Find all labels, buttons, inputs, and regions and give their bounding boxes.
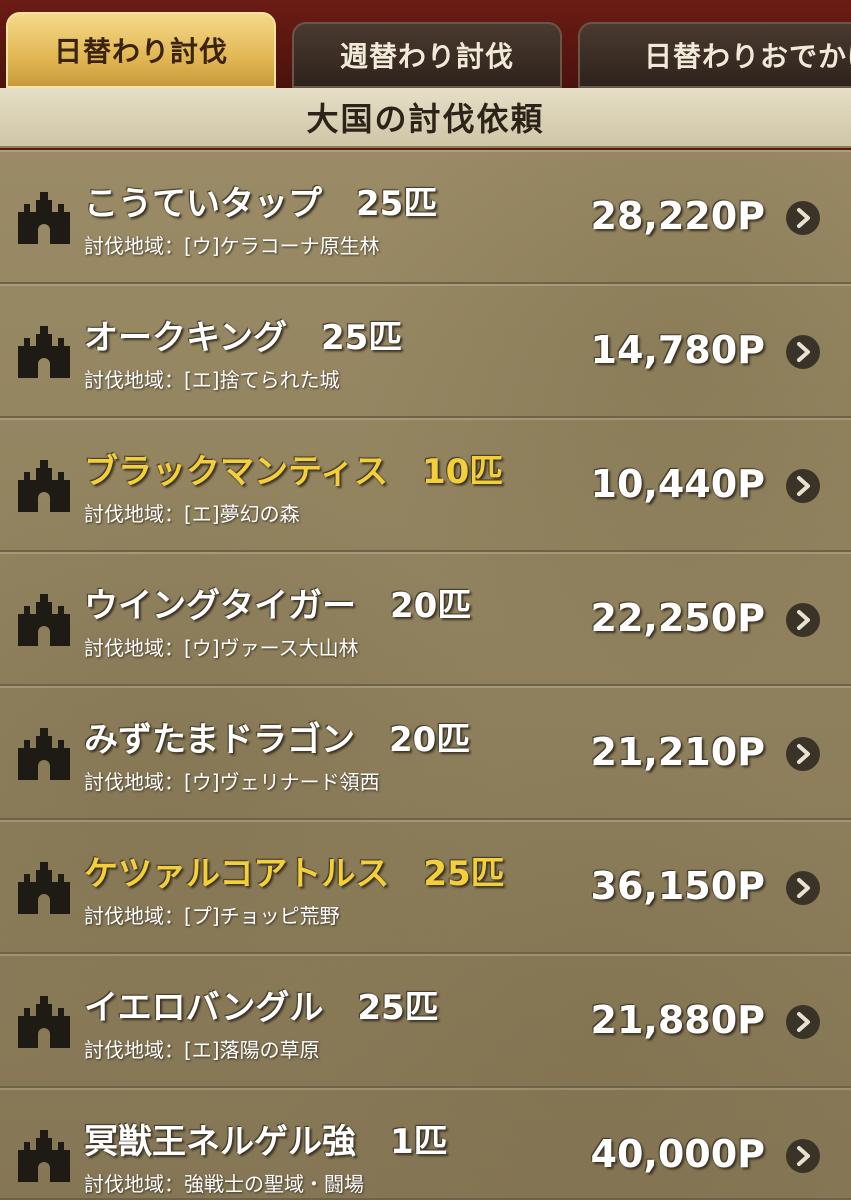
hunt-area: 討伐地域：[ウ]ヴェリナード領西 <box>84 770 380 794</box>
chevron-right-icon[interactable] <box>785 602 821 638</box>
chevron-right-icon[interactable] <box>785 1138 821 1174</box>
hunt-area: 討伐地域：[エ]落陽の草原 <box>84 1038 320 1062</box>
hunt-area: 討伐地域：[プ]チョッピ荒野 <box>84 904 340 928</box>
monster-name: 冥獣王ネルゲル強 1匹 <box>84 1122 448 1162</box>
tab-daily-outing[interactable]: 日替わりおでかけ <box>578 22 851 88</box>
reward-points: 22,250P <box>590 596 766 640</box>
castle-icon <box>18 1130 70 1182</box>
hunt-area: 討伐地域：[ウ]ヴァース大山林 <box>84 636 359 660</box>
monster-name: イエロバングル 25匹 <box>84 988 439 1028</box>
list-item[interactable]: オークキング 25匹 討伐地域：[エ]捨てられた城 14,780P <box>0 284 851 418</box>
reward-points: 21,880P <box>590 998 766 1042</box>
reward-points: 14,780P <box>590 328 766 372</box>
reward-points: 10,440P <box>590 462 766 506</box>
monster-name: オークキング 25匹 <box>84 318 403 358</box>
castle-icon <box>18 594 70 646</box>
monster-name: ブラックマンティス 10匹 <box>84 452 504 492</box>
tab-bar: 日替わり討伐 週替わり討伐 日替わりおでかけ <box>0 0 851 90</box>
tab-weekly-hunt[interactable]: 週替わり討伐 <box>292 22 562 88</box>
chevron-right-icon[interactable] <box>785 736 821 772</box>
reward-points: 36,150P <box>590 864 766 908</box>
reward-points: 21,210P <box>590 730 766 774</box>
castle-icon <box>18 460 70 512</box>
list-item[interactable]: イエロバングル 25匹 討伐地域：[エ]落陽の草原 21,880P <box>0 954 851 1088</box>
hunt-area: 討伐地域：[エ]捨てられた城 <box>84 368 340 392</box>
reward-points: 28,220P <box>590 194 766 238</box>
hunt-area: 討伐地域：[ウ]ケラコーナ原生林 <box>84 234 380 258</box>
chevron-right-icon[interactable] <box>785 468 821 504</box>
chevron-right-icon[interactable] <box>785 200 821 236</box>
list-item[interactable]: 冥獣王ネルゲル強 1匹 討伐地域：強戦士の聖域・闘場 40,000P <box>0 1088 851 1200</box>
reward-points: 40,000P <box>590 1132 766 1176</box>
castle-icon <box>18 862 70 914</box>
chevron-right-icon[interactable] <box>785 1004 821 1040</box>
castle-icon <box>18 728 70 780</box>
monster-name: ケツァルコアトルス 25匹 <box>84 854 505 894</box>
section-title: 大国の討伐依頼 <box>0 88 851 148</box>
chevron-right-icon[interactable] <box>785 870 821 906</box>
monster-name: こうていタップ 25匹 <box>84 184 438 224</box>
chevron-right-icon[interactable] <box>785 334 821 370</box>
monster-name: みずたまドラゴン 20匹 <box>84 720 471 760</box>
hunt-request-list: こうていタップ 25匹 討伐地域：[ウ]ケラコーナ原生林 28,220P オーク… <box>0 150 851 1200</box>
hunt-area: 討伐地域：[エ]夢幻の森 <box>84 502 300 526</box>
castle-icon <box>18 326 70 378</box>
tab-daily-hunt[interactable]: 日替わり討伐 <box>6 12 276 88</box>
list-item[interactable]: ブラックマンティス 10匹 討伐地域：[エ]夢幻の森 10,440P <box>0 418 851 552</box>
castle-icon <box>18 192 70 244</box>
castle-icon <box>18 996 70 1048</box>
monster-name: ウイングタイガー 20匹 <box>84 586 472 626</box>
list-item[interactable]: ケツァルコアトルス 25匹 討伐地域：[プ]チョッピ荒野 36,150P <box>0 820 851 954</box>
hunt-area: 討伐地域：強戦士の聖域・闘場 <box>84 1172 364 1196</box>
list-item[interactable]: みずたまドラゴン 20匹 討伐地域：[ウ]ヴェリナード領西 21,210P <box>0 686 851 820</box>
list-item[interactable]: こうていタップ 25匹 討伐地域：[ウ]ケラコーナ原生林 28,220P <box>0 150 851 284</box>
list-item[interactable]: ウイングタイガー 20匹 討伐地域：[ウ]ヴァース大山林 22,250P <box>0 552 851 686</box>
